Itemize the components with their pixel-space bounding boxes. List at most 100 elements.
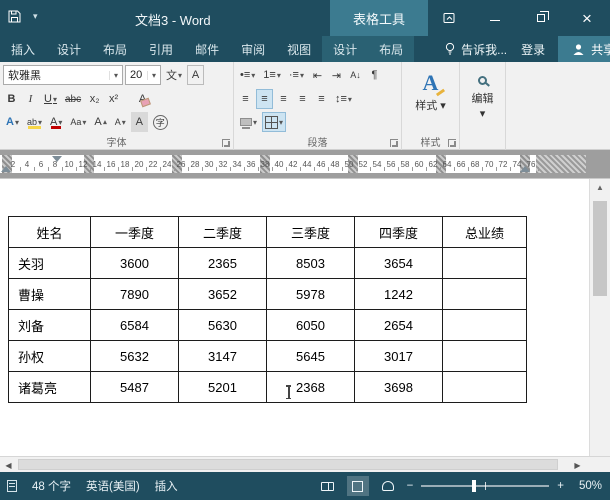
grow-font-button[interactable]: A▾ bbox=[91, 112, 109, 132]
change-case-button[interactable]: Aa▾ bbox=[67, 112, 89, 132]
table-cell[interactable]: 3698 bbox=[355, 372, 443, 403]
tab-view[interactable]: 视图 bbox=[276, 36, 322, 62]
web-layout-button[interactable] bbox=[377, 476, 399, 496]
tab-insert[interactable]: 插入 bbox=[0, 36, 46, 62]
table-cell[interactable]: 曹操 bbox=[9, 279, 91, 310]
table-cell[interactable] bbox=[443, 341, 527, 372]
first-line-indent-marker[interactable] bbox=[52, 156, 62, 162]
tab-layout[interactable]: 布局 bbox=[92, 36, 138, 62]
font-name-combo[interactable]: 软雅黑 ▾ bbox=[3, 65, 123, 85]
table-cell[interactable]: 5201 bbox=[179, 372, 267, 403]
minimize-button[interactable] bbox=[472, 0, 518, 36]
table-header-cell[interactable]: 三季度 bbox=[267, 217, 355, 248]
tab-table-layout[interactable]: 布局 bbox=[368, 36, 414, 62]
table-cell[interactable]: 关羽 bbox=[9, 248, 91, 279]
table-cell[interactable]: 刘备 bbox=[9, 310, 91, 341]
bold-button[interactable]: B bbox=[3, 89, 20, 109]
ribbon-display-options-button[interactable] bbox=[426, 0, 472, 36]
subscript-button[interactable]: x₂ bbox=[86, 89, 103, 109]
distribute-button[interactable]: ≡ bbox=[313, 89, 330, 109]
right-indent-marker[interactable] bbox=[520, 166, 530, 172]
italic-button[interactable]: I bbox=[22, 89, 39, 109]
superscript-button[interactable]: x² bbox=[105, 89, 122, 109]
align-center-button[interactable]: ≡ bbox=[256, 89, 273, 109]
tab-table-design[interactable]: 设计 bbox=[322, 36, 368, 62]
word-count[interactable]: 48 个字 bbox=[32, 478, 71, 494]
align-right-button[interactable]: ≡ bbox=[275, 89, 292, 109]
restore-button[interactable] bbox=[518, 0, 564, 36]
scroll-right-button[interactable]: ▶ bbox=[569, 457, 586, 473]
table-header-cell[interactable]: 四季度 bbox=[355, 217, 443, 248]
print-layout-button[interactable] bbox=[347, 476, 369, 496]
shading-button[interactable]: ▾ bbox=[237, 112, 260, 132]
increase-indent-button[interactable]: ⇥ bbox=[328, 65, 345, 85]
tab-review[interactable]: 审阅 bbox=[230, 36, 276, 62]
justify-button[interactable]: ≡ bbox=[294, 89, 311, 109]
table-cell[interactable]: 7890 bbox=[91, 279, 179, 310]
highlight-color-button[interactable]: ab▾ bbox=[24, 112, 45, 132]
scroll-up-button[interactable]: ▲ bbox=[590, 179, 610, 196]
table-cell[interactable]: 5978 bbox=[267, 279, 355, 310]
table-cell[interactable]: 3652 bbox=[179, 279, 267, 310]
clear-formatting-button[interactable]: A bbox=[134, 89, 151, 109]
numbering-button[interactable]: 1≡▾ bbox=[260, 65, 284, 85]
table-cell[interactable]: 8503 bbox=[267, 248, 355, 279]
table-cell[interactable]: 2654 bbox=[355, 310, 443, 341]
font-dialog-launcher[interactable] bbox=[222, 139, 230, 147]
table-cell[interactable]: 3017 bbox=[355, 341, 443, 372]
vertical-scroll-thumb[interactable] bbox=[593, 201, 607, 296]
zoom-level[interactable]: 50% bbox=[572, 480, 602, 492]
editing-button[interactable]: 编辑 bbox=[472, 90, 494, 106]
page-status-icon[interactable] bbox=[7, 480, 17, 492]
character-shading-button[interactable]: A bbox=[131, 112, 148, 132]
table-cell[interactable]: 孙权 bbox=[9, 341, 91, 372]
borders-button[interactable]: ▾ bbox=[262, 112, 286, 132]
table-header-cell[interactable]: 姓名 bbox=[9, 217, 91, 248]
paragraph-dialog-launcher[interactable] bbox=[390, 139, 398, 147]
text-effects-button[interactable]: A▾ bbox=[3, 112, 22, 132]
table-cell[interactable]: 1242 bbox=[355, 279, 443, 310]
shrink-font-button[interactable]: A▾ bbox=[112, 112, 129, 132]
font-color-button[interactable]: A▾ bbox=[47, 112, 65, 132]
multilevel-list-button[interactable]: ·≡▾ bbox=[286, 65, 307, 85]
share-button[interactable]: 共享 bbox=[558, 36, 610, 62]
save-button[interactable] bbox=[8, 10, 21, 23]
table-header-cell[interactable]: 一季度 bbox=[91, 217, 179, 248]
read-mode-button[interactable] bbox=[317, 476, 339, 496]
language-status[interactable]: 英语(美国) bbox=[86, 478, 140, 494]
table-cell[interactable] bbox=[443, 310, 527, 341]
tell-me-box[interactable]: 告诉我... bbox=[444, 36, 507, 62]
underline-button[interactable]: U▾ bbox=[41, 89, 60, 109]
table-cell[interactable]: 5632 bbox=[91, 341, 179, 372]
table-cell[interactable]: 诸葛亮 bbox=[9, 372, 91, 403]
left-indent-marker[interactable] bbox=[1, 166, 11, 172]
table-cell[interactable] bbox=[443, 372, 527, 403]
bullets-button[interactable]: •≡▾ bbox=[237, 65, 258, 85]
table-cell[interactable]: 5645 bbox=[267, 341, 355, 372]
styles-button[interactable]: 样式 ▾ bbox=[415, 97, 446, 113]
document-page[interactable]: 姓名一季度二季度三季度四季度总业绩关羽3600236585033654曹操789… bbox=[0, 178, 610, 456]
table-cell[interactable]: 2368 bbox=[267, 372, 355, 403]
zoom-slider[interactable] bbox=[421, 485, 549, 487]
vertical-scrollbar[interactable]: ▲ bbox=[589, 179, 610, 457]
table-cell[interactable]: 3654 bbox=[355, 248, 443, 279]
tab-design[interactable]: 设计 bbox=[46, 36, 92, 62]
table-cell[interactable]: 2365 bbox=[179, 248, 267, 279]
enclose-characters-button[interactable]: 字 bbox=[150, 112, 171, 132]
table-cell[interactable]: 5630 bbox=[179, 310, 267, 341]
table-cell[interactable]: 3600 bbox=[91, 248, 179, 279]
table-cell[interactable]: 3147 bbox=[179, 341, 267, 372]
table-header-cell[interactable]: 总业绩 bbox=[443, 217, 527, 248]
horizontal-ruler[interactable]: 2468101214161820222426283032343638404244… bbox=[0, 155, 586, 173]
align-left-button[interactable]: ≡ bbox=[237, 89, 254, 109]
scroll-left-button[interactable]: ◀ bbox=[0, 457, 17, 473]
horizontal-scroll-thumb[interactable] bbox=[18, 459, 558, 470]
character-border-button[interactable]: A bbox=[187, 65, 204, 85]
sort-button[interactable]: A↓ bbox=[347, 65, 364, 85]
qat-customize-button[interactable]: ▾ bbox=[33, 11, 38, 22]
font-size-combo[interactable]: 20 ▾ bbox=[125, 65, 161, 85]
show-hide-marks-button[interactable]: ¶ bbox=[366, 65, 383, 85]
phonetic-guide-button[interactable]: 文▾ bbox=[163, 65, 185, 85]
font-name-dropdown[interactable]: ▾ bbox=[109, 71, 122, 80]
zoom-out-button[interactable]: − bbox=[407, 480, 414, 492]
